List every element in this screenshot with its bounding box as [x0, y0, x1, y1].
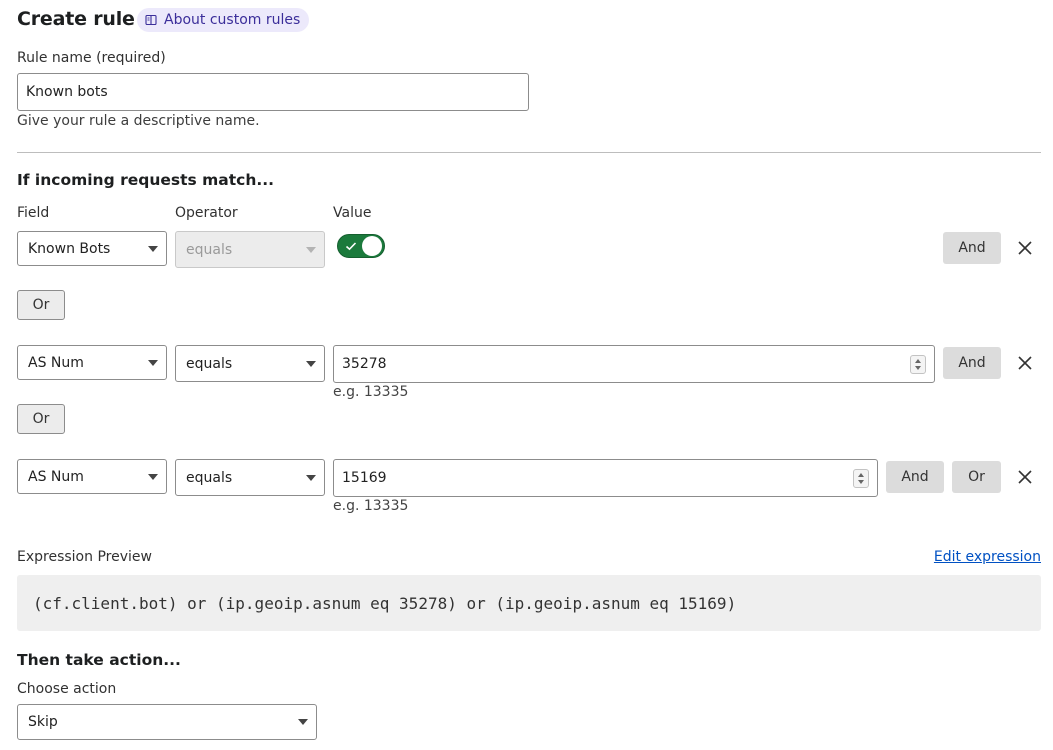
stepper-up-icon [915, 359, 921, 363]
or-separator-button-1[interactable]: Or [17, 290, 65, 320]
edit-expression-link[interactable]: Edit expression [934, 549, 1041, 565]
close-icon[interactable] [1016, 468, 1034, 486]
rule-name-input[interactable]: Known bots [17, 73, 529, 111]
field-select-value: AS Num [28, 468, 84, 485]
field-select-as-num-2[interactable]: AS Num [17, 459, 167, 494]
choose-action-label: Choose action [17, 681, 117, 697]
action-select-value: Skip [28, 714, 58, 730]
chevron-down-icon [148, 245, 158, 252]
operator-select-2[interactable]: equals [175, 459, 325, 496]
operator-select-value: equals [186, 469, 233, 486]
expression-text: (cf.client.bot) or (ip.geoip.asnum eq 35… [33, 593, 737, 613]
stepper-up-icon [858, 473, 864, 477]
field-select-as-num-1[interactable]: AS Num [17, 345, 167, 380]
value-input-1[interactable]: 35278 [333, 345, 935, 383]
divider [17, 152, 1041, 153]
field-select-known-bots[interactable]: Known Bots [17, 231, 167, 266]
toggle-knob [362, 236, 382, 256]
and-button-row-2[interactable]: And [943, 347, 1001, 379]
match-section-heading: If incoming requests match... [17, 171, 275, 189]
field-column-label: Field [17, 205, 50, 221]
about-custom-rules-link[interactable]: About custom rules [137, 8, 310, 32]
value-input-2[interactable]: 15169 [333, 459, 878, 497]
or-button-row-3[interactable]: Or [952, 461, 1001, 493]
book-icon [145, 14, 157, 26]
action-section-heading: Then take action... [17, 651, 181, 669]
chevron-down-icon [298, 719, 308, 725]
chevron-down-icon [148, 473, 158, 480]
stepper-down-icon [915, 366, 921, 370]
chevron-down-icon [148, 359, 158, 366]
page-title: Create rule [17, 8, 135, 30]
operator-select-value: equals [186, 355, 233, 372]
operator-select-1[interactable]: equals [175, 345, 325, 382]
value-example-1: e.g. 13335 [333, 384, 409, 400]
action-select[interactable]: Skip [17, 704, 317, 740]
and-button-row-3[interactable]: And [886, 461, 944, 493]
rule-name-value: Known bots [26, 84, 108, 100]
number-stepper[interactable] [853, 469, 869, 488]
chevron-down-icon [306, 360, 316, 367]
value-column-label: Value [333, 205, 372, 221]
close-icon[interactable] [1016, 239, 1034, 257]
field-select-value: AS Num [28, 354, 84, 371]
rule-name-label: Rule name (required) [17, 50, 166, 66]
known-bots-toggle[interactable] [337, 234, 385, 258]
number-stepper[interactable] [910, 355, 926, 374]
check-icon [345, 242, 357, 251]
operator-select-disabled: equals [175, 231, 325, 268]
value-example-2: e.g. 13335 [333, 498, 409, 514]
and-button-row-1[interactable]: And [943, 232, 1001, 264]
field-select-value: Known Bots [28, 240, 111, 257]
value-input-text: 35278 [342, 356, 387, 372]
chevron-down-icon [306, 474, 316, 481]
or-separator-button-2[interactable]: Or [17, 404, 65, 434]
value-input-text: 15169 [342, 470, 387, 486]
about-link-label: About custom rules [164, 12, 301, 28]
chevron-down-icon [306, 246, 316, 253]
stepper-down-icon [858, 480, 864, 484]
rule-name-helper: Give your rule a descriptive name. [17, 113, 260, 129]
operator-select-value: equals [186, 241, 233, 258]
expression-preview-label: Expression Preview [17, 549, 152, 565]
operator-column-label: Operator [175, 205, 238, 221]
close-icon[interactable] [1016, 354, 1034, 372]
expression-preview: (cf.client.bot) or (ip.geoip.asnum eq 35… [17, 575, 1041, 631]
